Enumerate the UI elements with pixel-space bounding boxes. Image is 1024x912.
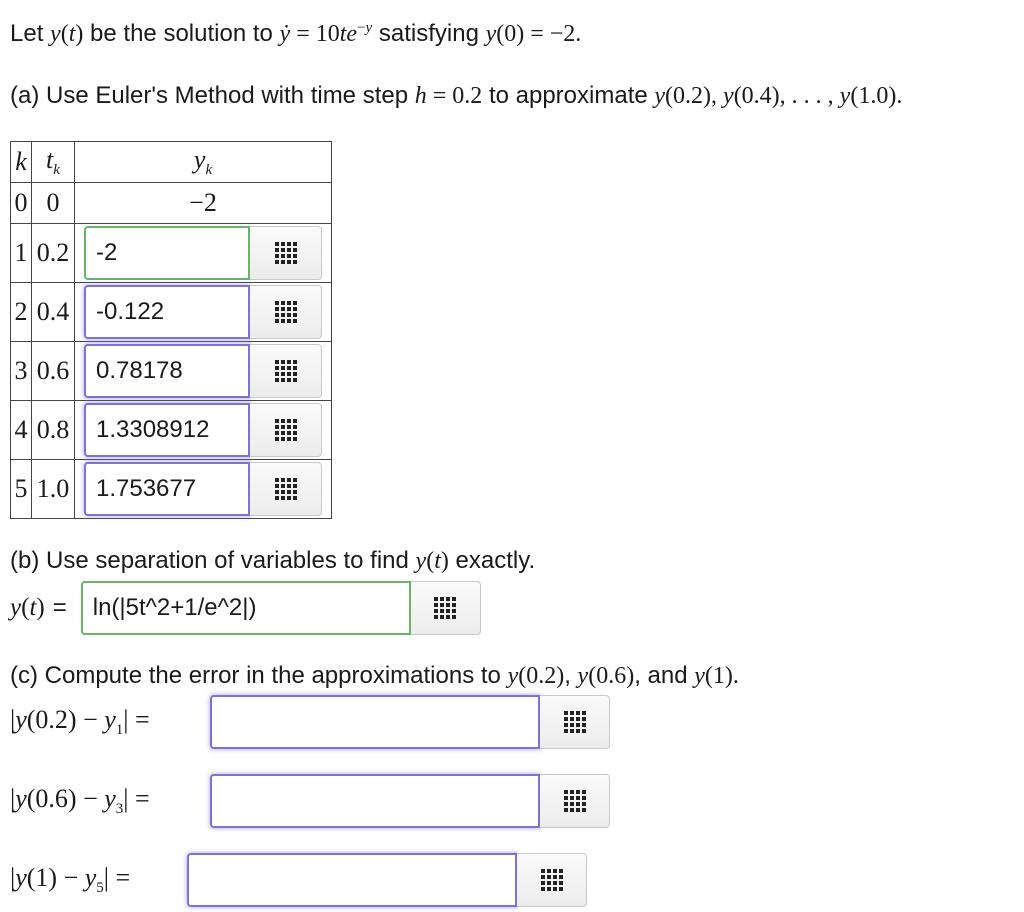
row-k: 0 xyxy=(10,182,32,224)
yt-label: y(t) xyxy=(10,594,45,621)
grid-icon xyxy=(434,597,457,619)
row-t: 0.6 xyxy=(31,341,75,401)
yt-exact-input[interactable] xyxy=(80,581,411,635)
expr-targets: y(0.2), y(0.4), . . . , y(1.0). xyxy=(654,83,903,109)
error-input-3[interactable] xyxy=(187,853,517,907)
error-label-3: |y(1) − y5| = xyxy=(10,862,131,897)
matrix-button[interactable] xyxy=(410,581,481,635)
error-input-2[interactable] xyxy=(210,774,540,828)
problem-statement: Let y(t) be the solution to ẏ = 10te−y s… xyxy=(10,20,581,48)
y3-input[interactable] xyxy=(84,344,250,398)
matrix-button[interactable] xyxy=(250,285,322,339)
header-y: yk xyxy=(74,141,332,183)
part-a-statement: (a) Use Euler's Method with time step h … xyxy=(10,82,902,110)
row-y-cell xyxy=(74,223,332,283)
row-y-cell xyxy=(74,341,332,401)
row-y: −2 xyxy=(74,182,332,224)
answer-box xyxy=(84,462,331,516)
part-b-label: (b) Use separation of variables to find xyxy=(10,547,409,574)
row-k: 4 xyxy=(10,400,32,460)
grid-icon xyxy=(274,419,297,441)
y1-input[interactable] xyxy=(84,226,250,280)
row-y-cell xyxy=(74,282,332,342)
grid-icon xyxy=(274,301,297,323)
matrix-button[interactable] xyxy=(250,462,322,516)
row-y-cell xyxy=(74,400,332,460)
matrix-button[interactable] xyxy=(540,695,610,749)
intro-be: be the solution to xyxy=(90,20,273,47)
row-k: 5 xyxy=(10,459,32,519)
expr-y06: y(0.6) xyxy=(577,663,635,689)
intro-satisfying: satisfying xyxy=(378,20,479,47)
table-row: 2 0.4 xyxy=(10,282,332,342)
y2-input[interactable] xyxy=(84,285,250,339)
expr-ic: y(0) = −2. xyxy=(485,21,582,47)
part-c-label: (c) Compute the error in the approximati… xyxy=(10,662,501,689)
error-row-2: |y(0.6) − y3| = xyxy=(10,774,610,828)
grid-icon xyxy=(563,790,586,812)
expr-y1: y(1). xyxy=(694,663,739,689)
intro-let: Let xyxy=(10,20,44,47)
row-t: 0.4 xyxy=(31,282,75,342)
error-label-2: |y(0.6) − y3| = xyxy=(10,783,150,818)
row-k: 3 xyxy=(10,341,32,401)
euler-table: k tk yk 0 0 −2 1 0.2 2 0.4 3 0.6 xyxy=(10,141,332,519)
error-input-1[interactable] xyxy=(210,695,540,749)
expr-yt-b: y(t) xyxy=(415,548,449,574)
row-t: 0.2 xyxy=(31,223,75,283)
comma: , xyxy=(564,662,571,689)
grid-icon xyxy=(563,711,586,733)
grid-icon xyxy=(274,242,297,264)
matrix-button[interactable] xyxy=(250,403,322,457)
and-word: and xyxy=(647,662,688,689)
part-a-label: (a) Use Euler's Method with time step xyxy=(10,82,409,109)
expr-ode: ẏ = 10te−y xyxy=(279,20,373,47)
matrix-button[interactable] xyxy=(540,774,610,828)
table-row: 4 0.8 xyxy=(10,400,332,460)
table-row: 1 0.2 xyxy=(10,223,332,283)
matrix-button[interactable] xyxy=(250,226,322,280)
table-row: 3 0.6 xyxy=(10,341,332,401)
table-header-row: k tk yk xyxy=(10,141,332,183)
y4-input[interactable] xyxy=(84,403,250,457)
table-row: 0 0 −2 xyxy=(10,182,332,224)
row-t: 0 xyxy=(31,182,75,224)
y5-input[interactable] xyxy=(84,462,250,516)
header-k: k xyxy=(10,141,32,183)
error-row-3: |y(1) − y5| = xyxy=(10,853,587,907)
row-y-cell xyxy=(74,459,332,519)
error-label-1: |y(0.2) − y1| = xyxy=(10,704,150,739)
expr-y02: y(0.2) xyxy=(507,663,565,689)
matrix-button[interactable] xyxy=(517,853,587,907)
table-row: 5 1.0 xyxy=(10,459,332,519)
part-a-to: to approximate xyxy=(488,82,648,109)
answer-box xyxy=(84,344,331,398)
part-c-statement: (c) Compute the error in the approximati… xyxy=(10,662,739,690)
answer-box xyxy=(84,226,331,280)
grid-icon xyxy=(274,360,297,382)
row-t: 1.0 xyxy=(31,459,75,519)
row-t: 0.8 xyxy=(31,400,75,460)
error-row-1: |y(0.2) − y1| = xyxy=(10,695,610,749)
expr-yt: y(t) xyxy=(50,21,84,47)
answer-box xyxy=(84,403,331,457)
row-k: 1 xyxy=(10,223,32,283)
part-b-exactly: exactly. xyxy=(455,547,536,574)
header-t: tk xyxy=(31,141,75,183)
part-b-answer-row: y(t) = xyxy=(10,581,481,635)
equals-sign: = xyxy=(52,594,67,621)
answer-box xyxy=(84,285,331,339)
matrix-button[interactable] xyxy=(250,344,322,398)
expr-h: h = 0.2 xyxy=(414,83,483,109)
grid-icon xyxy=(274,478,297,500)
part-b-statement: (b) Use separation of variables to find … xyxy=(10,547,535,575)
comma: , xyxy=(634,662,641,689)
row-k: 2 xyxy=(10,282,32,342)
grid-icon xyxy=(540,869,563,891)
